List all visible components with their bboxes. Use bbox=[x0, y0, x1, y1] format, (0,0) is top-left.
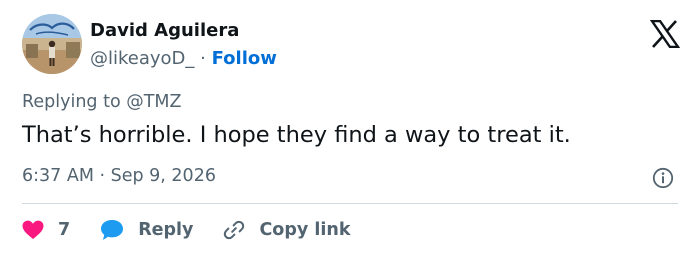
author-handle[interactable]: @likeayoD_ bbox=[90, 48, 194, 69]
reply-label: Reply bbox=[138, 220, 194, 240]
copy-link-label: Copy link bbox=[259, 220, 351, 240]
like-count: 7 bbox=[58, 220, 71, 240]
info-icon[interactable] bbox=[652, 167, 674, 189]
like-button[interactable]: 7 bbox=[22, 220, 70, 240]
copy-link-button[interactable]: Copy link bbox=[223, 219, 350, 241]
avatar[interactable] bbox=[22, 14, 82, 74]
handle-separator: · bbox=[200, 48, 212, 69]
action-bar: 7 Reply Copy link bbox=[22, 216, 350, 244]
replying-to-label: Replying to bbox=[22, 92, 127, 112]
tweet-text: That’s horrible. I hope they find a way … bbox=[22, 122, 571, 148]
tweet-timestamp[interactable]: 6:37 AM · Sep 9, 2026 bbox=[22, 166, 216, 186]
speech-bubble-icon bbox=[101, 220, 124, 240]
divider bbox=[22, 203, 678, 204]
link-icon bbox=[224, 220, 245, 240]
reply-button[interactable]: Reply bbox=[100, 219, 193, 241]
author-name[interactable]: David Aguilera bbox=[90, 20, 239, 41]
replying-to-mention[interactable]: @TMZ bbox=[126, 92, 181, 112]
x-logo-icon[interactable] bbox=[650, 20, 680, 48]
follow-button[interactable]: Follow bbox=[212, 48, 277, 69]
heart-icon bbox=[22, 220, 44, 239]
avatar-image bbox=[22, 14, 82, 74]
author-handle-row: @likeayoD_ · Follow bbox=[90, 48, 277, 69]
replying-to: Replying to @TMZ bbox=[22, 92, 182, 112]
